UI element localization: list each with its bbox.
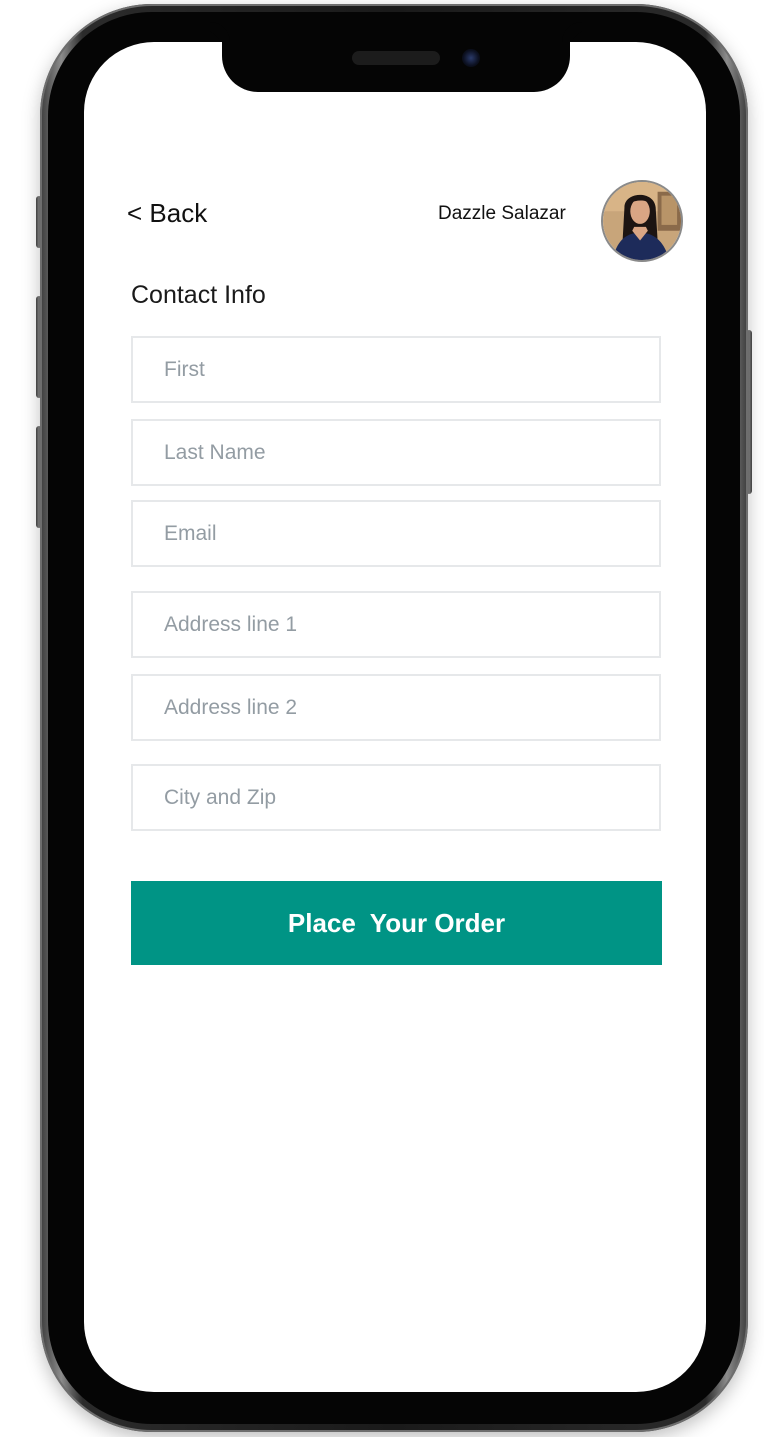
avatar[interactable]: [601, 180, 683, 262]
city-zip-field: [131, 764, 661, 831]
speaker-grille: [352, 51, 440, 65]
address-line-2-input[interactable]: [133, 676, 659, 739]
contact-info-heading: Contact Info: [131, 281, 266, 309]
place-order-button[interactable]: Place Your Order: [131, 881, 662, 965]
address-line-1-field: [131, 591, 661, 658]
address-line-1-input[interactable]: [133, 593, 659, 656]
user-name: Dazzle Salazar: [438, 203, 566, 224]
last-name-input[interactable]: [133, 421, 659, 484]
first-name-field: [131, 336, 661, 403]
email-field: [131, 500, 661, 567]
city-zip-input[interactable]: [133, 766, 659, 829]
back-button[interactable]: < Back: [127, 198, 207, 229]
first-name-input[interactable]: [133, 338, 659, 401]
user-avatar-icon: [603, 182, 681, 260]
email-input[interactable]: [133, 502, 659, 565]
front-camera: [462, 49, 480, 67]
last-name-field: [131, 419, 661, 486]
address-line-2-field: [131, 674, 661, 741]
device-mockup: < Back Dazzle Salazar Contact Info Place…: [0, 0, 764, 1437]
